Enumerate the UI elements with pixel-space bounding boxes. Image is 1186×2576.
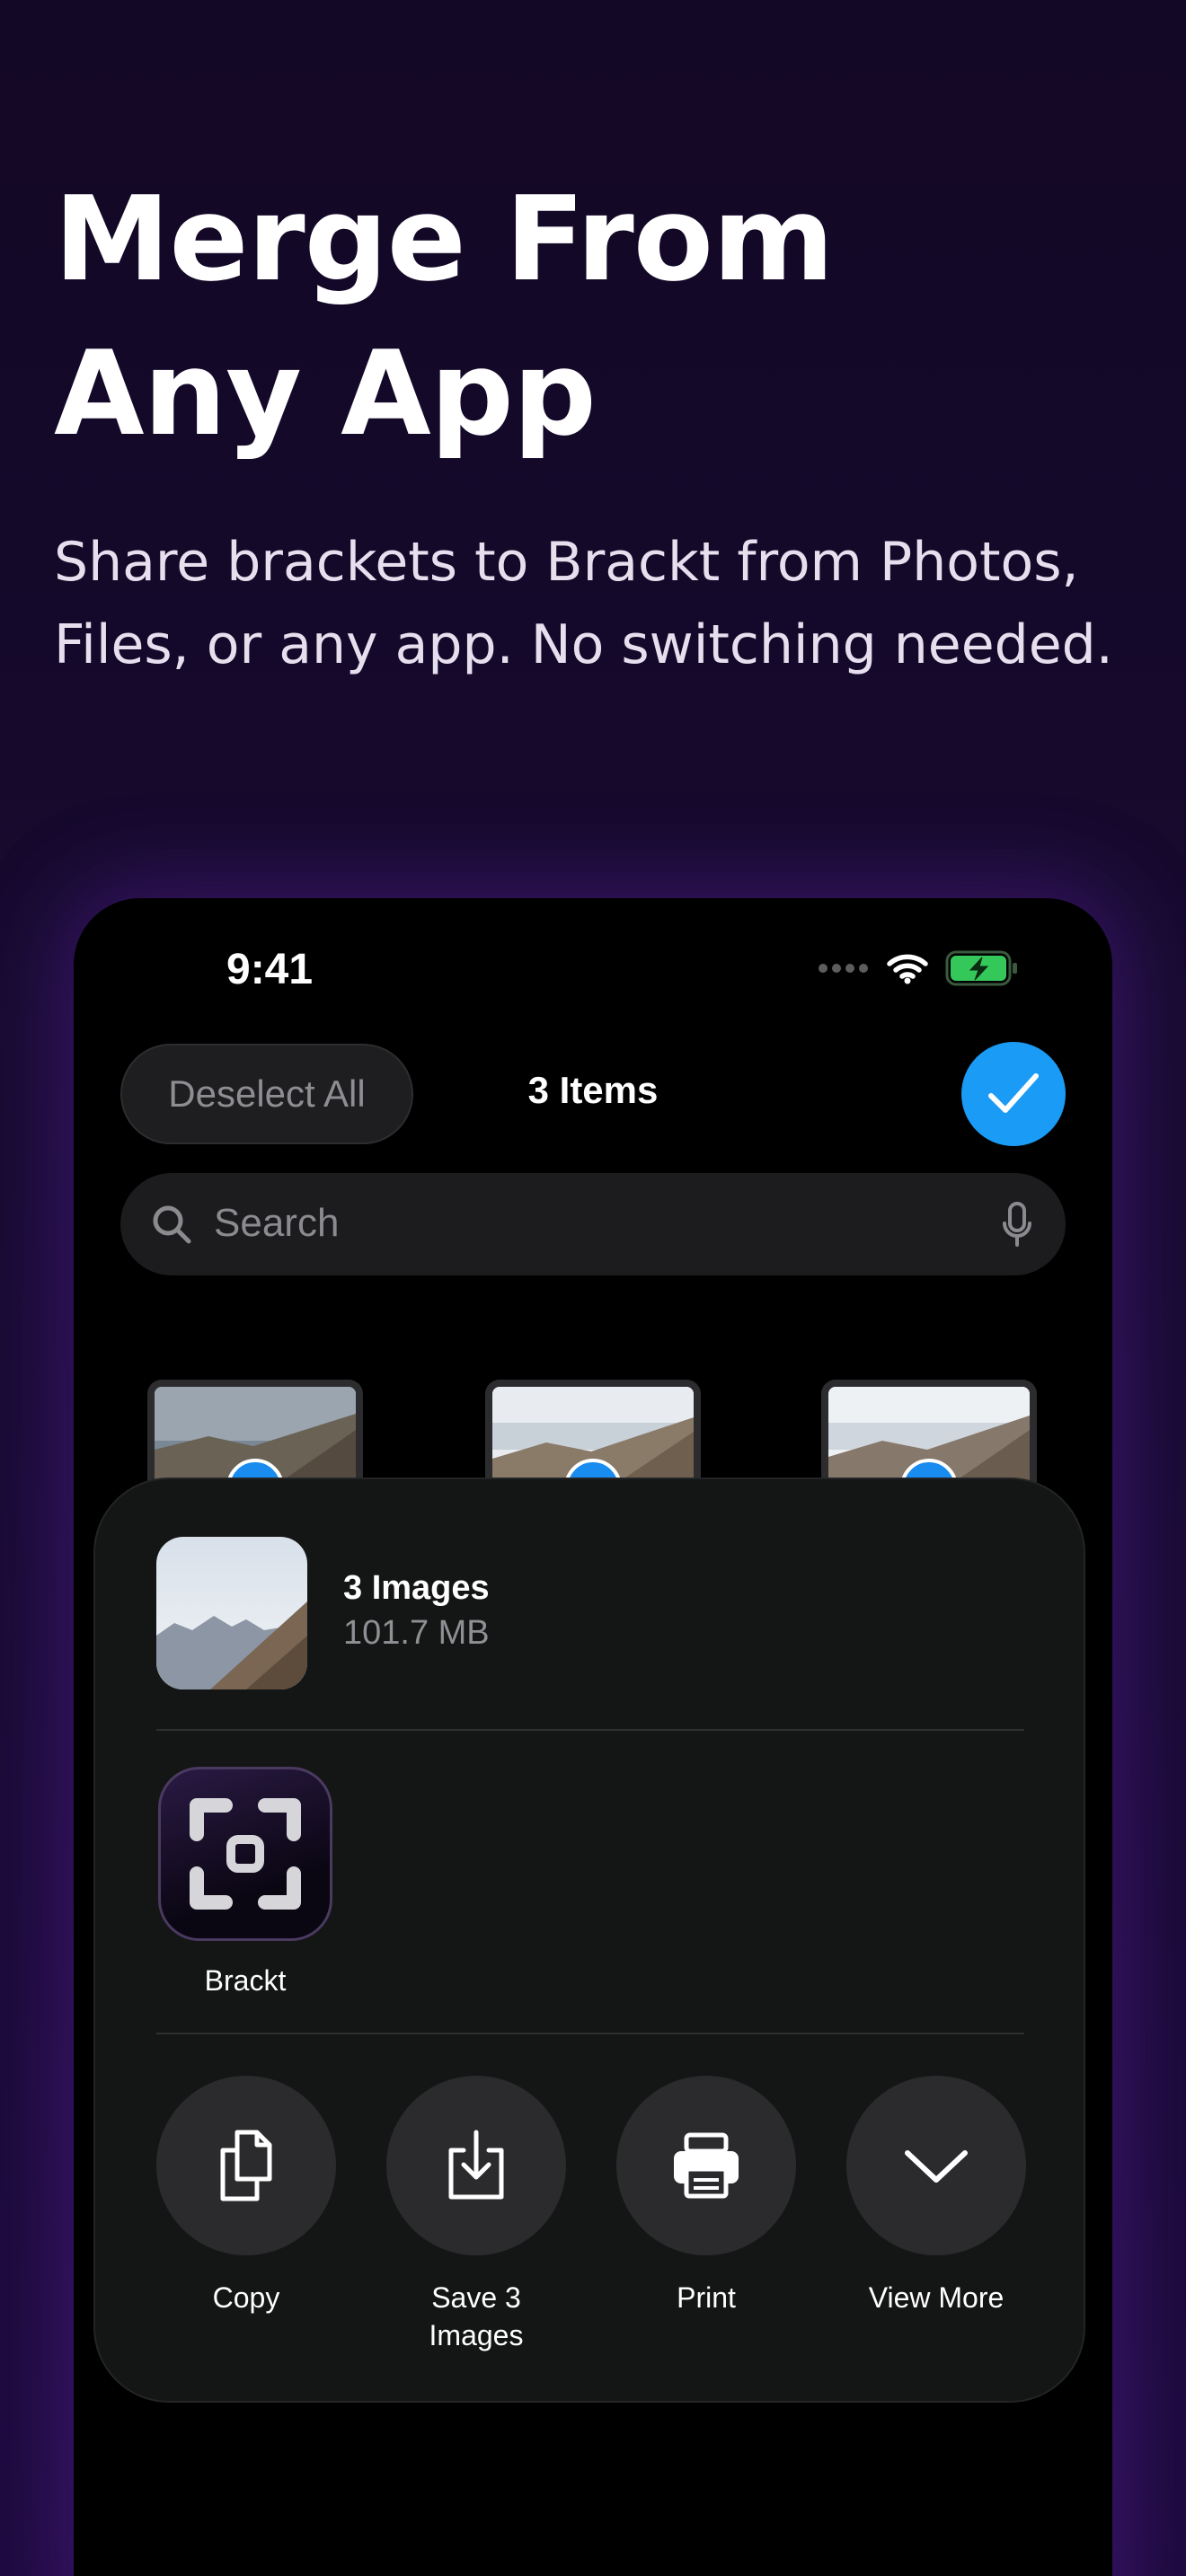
search-icon	[153, 1205, 191, 1244]
subheadline-line-2: Files, or any app. No switching needed.	[54, 613, 1113, 676]
picker-toolbar: Deselect All 3 Items	[120, 1042, 1066, 1146]
file-title: 3 Images	[343, 1569, 490, 1607]
save-images-action[interactable]: Save 3 Images	[386, 2076, 566, 2354]
view-more-button[interactable]	[846, 2076, 1026, 2255]
deselect-all-button[interactable]: Deselect All	[120, 1044, 413, 1144]
brackt-logo-icon	[190, 1798, 301, 1910]
photo-thumbnail[interactable]	[485, 1380, 701, 1487]
print-button[interactable]	[616, 2076, 796, 2255]
battery-charging-icon	[945, 950, 1017, 986]
print-icon	[674, 2132, 739, 2199]
divider	[156, 1729, 1024, 1731]
checkmark-icon	[988, 1073, 1039, 1113]
view-more-action[interactable]: View More	[846, 2076, 1026, 2316]
save-images-label: Save 3 Images	[429, 2281, 524, 2351]
app-label-brackt: Brackt	[204, 1964, 287, 1997]
view-more-label: View More	[868, 2281, 1005, 2314]
headline-line-1: Merge From	[54, 171, 835, 307]
copy-button[interactable]	[156, 2076, 336, 2255]
search-placeholder: Search	[214, 1201, 340, 1245]
status-time: 9:41	[226, 946, 314, 993]
done-button[interactable]	[961, 1042, 1066, 1146]
save-icon	[448, 2130, 504, 2200]
file-size: 101.7 MB	[343, 1614, 490, 1652]
mountain-photo	[156, 1537, 307, 1689]
screen: Merge From Any App Share brackets to Bra…	[0, 0, 1186, 2576]
print-action[interactable]: Print	[616, 2076, 796, 2316]
file-preview-thumbnail	[156, 1537, 307, 1689]
copy-label: Copy	[212, 2281, 280, 2314]
divider	[156, 2033, 1024, 2034]
photo-thumbnail[interactable]	[821, 1380, 1037, 1487]
signal-dots-icon	[819, 964, 868, 973]
subheadline-line-1: Share brackets to Brackt from Photos,	[54, 531, 1079, 594]
brackt-app-icon[interactable]	[158, 1767, 332, 1941]
copy-action[interactable]: Copy	[156, 2076, 336, 2316]
chevron-down-icon	[905, 2150, 968, 2183]
save-images-button[interactable]	[386, 2076, 566, 2255]
subheadline: Share brackets to Brackt from Photos, Fi…	[54, 521, 1150, 686]
phone-mockup: 9:41 Deselect All 3 Items Search 3 Image…	[74, 898, 1112, 2576]
search-input[interactable]: Search	[120, 1173, 1066, 1275]
status-icons	[818, 948, 1019, 988]
headline: Merge From Any App	[54, 162, 1042, 471]
photo-thumbnail[interactable]	[147, 1380, 363, 1487]
wifi-icon	[887, 954, 928, 984]
print-label: Print	[677, 2281, 736, 2314]
microphone-icon[interactable]	[1001, 1202, 1033, 1248]
share-sheet: 3 Images 101.7 MB Brackt Copy Save 3 Ima…	[93, 1478, 1085, 2403]
copy-icon	[220, 2130, 272, 2201]
headline-line-2: Any App	[54, 325, 597, 462]
